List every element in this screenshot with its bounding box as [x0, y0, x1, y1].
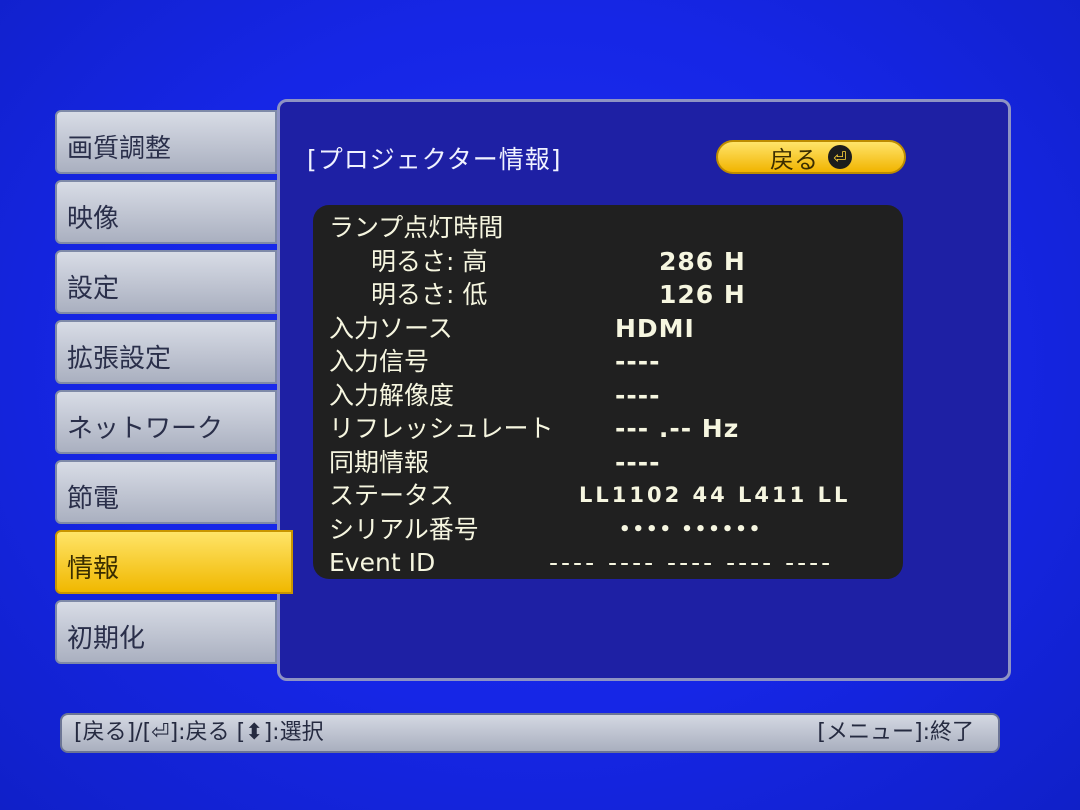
- tab-label: 映像: [67, 204, 120, 234]
- projector-info-panel: [プロジェクター情報] 戻る ⏎ ランプ点灯時間 明るさ: 高 286 H 明る…: [277, 99, 1011, 681]
- info-list: ランプ点灯時間 明るさ: 高 286 H 明るさ: 低 126 H 入力ソース …: [313, 205, 903, 579]
- row-label: 入力解像度: [329, 380, 455, 410]
- row-label: ランプ点灯時間: [329, 213, 504, 242]
- info-row-status: ステータス LL1102 44 L411 LL: [329, 479, 893, 513]
- tab-label: 情報: [67, 554, 120, 584]
- info-row-lamp-hours: ランプ点灯時間: [329, 211, 893, 245]
- tab-label: 初期化: [67, 624, 146, 654]
- tab-label: 設定: [67, 274, 120, 304]
- enter-icon: ⏎: [828, 145, 852, 169]
- row-label: Event ID: [329, 548, 436, 577]
- panel-title: [プロジェクター情報]: [307, 145, 562, 174]
- row-value: 286 H: [659, 246, 746, 276]
- row-value: ----: [615, 447, 661, 477]
- row-value: 126 H: [659, 280, 746, 309]
- info-row-input-source: 入力ソース HDMI: [329, 312, 893, 346]
- info-row-brightness-low: 明るさ: 低 126 H: [329, 278, 893, 312]
- tab-settings[interactable]: 設定: [55, 250, 277, 314]
- row-label: 入力信号: [329, 347, 430, 376]
- row-label: シリアル番号: [329, 514, 479, 544]
- row-value: --- .-- Hz: [615, 414, 740, 443]
- help-right: [メニュー]:終了: [817, 720, 974, 745]
- tab-label: 画質調整: [67, 134, 172, 164]
- row-label: ステータス: [329, 481, 455, 510]
- tab-network[interactable]: ネットワーク: [55, 390, 277, 454]
- tab-label: 拡張設定: [67, 344, 172, 374]
- row-value: ---- ---- ---- ---- ----: [549, 548, 834, 577]
- row-label: リフレッシュレート: [329, 414, 554, 443]
- info-row-event-id: Event ID ---- ---- ---- ---- ----: [329, 546, 893, 580]
- help-bar: [戻る]/[⏎]:戻る [⬍]:選択 [メニュー]:終了: [60, 713, 1000, 753]
- info-row-input-resolution: 入力解像度 ----: [329, 379, 893, 413]
- row-label: 入力ソース: [329, 313, 453, 343]
- tab-signal[interactable]: 映像: [55, 180, 277, 244]
- info-row-brightness-high: 明るさ: 高 286 H: [329, 245, 893, 279]
- tab-label: 節電: [67, 484, 120, 514]
- info-row-input-signal: 入力信号 ----: [329, 345, 893, 379]
- tab-reset[interactable]: 初期化: [55, 600, 277, 664]
- info-row-sync-info: 同期情報 ----: [329, 446, 893, 480]
- row-label: 明るさ: 低: [371, 280, 488, 309]
- row-value: •••• ••••••: [619, 518, 763, 540]
- tab-image-quality[interactable]: 画質調整: [55, 110, 277, 174]
- row-label: 同期情報: [329, 447, 430, 477]
- tab-extended-settings[interactable]: 拡張設定: [55, 320, 277, 384]
- row-value: ----: [615, 380, 661, 410]
- row-value: LL1102 44 L411 LL: [579, 483, 851, 507]
- row-value: HDMI: [615, 313, 695, 343]
- info-row-serial-number: シリアル番号 •••• ••••••: [329, 513, 893, 547]
- back-button[interactable]: 戻る ⏎: [716, 140, 906, 174]
- tab-label: ネットワーク: [67, 414, 224, 444]
- tab-eco[interactable]: 節電: [55, 460, 277, 524]
- row-label: 明るさ: 高: [371, 246, 488, 276]
- help-left: [戻る]/[⏎]:戻る [⬍]:選択: [74, 720, 324, 745]
- info-row-refresh-rate: リフレッシュレート --- .-- Hz: [329, 412, 893, 446]
- tab-info[interactable]: 情報: [55, 530, 293, 594]
- row-value: ----: [615, 347, 661, 376]
- back-label: 戻る: [770, 145, 818, 174]
